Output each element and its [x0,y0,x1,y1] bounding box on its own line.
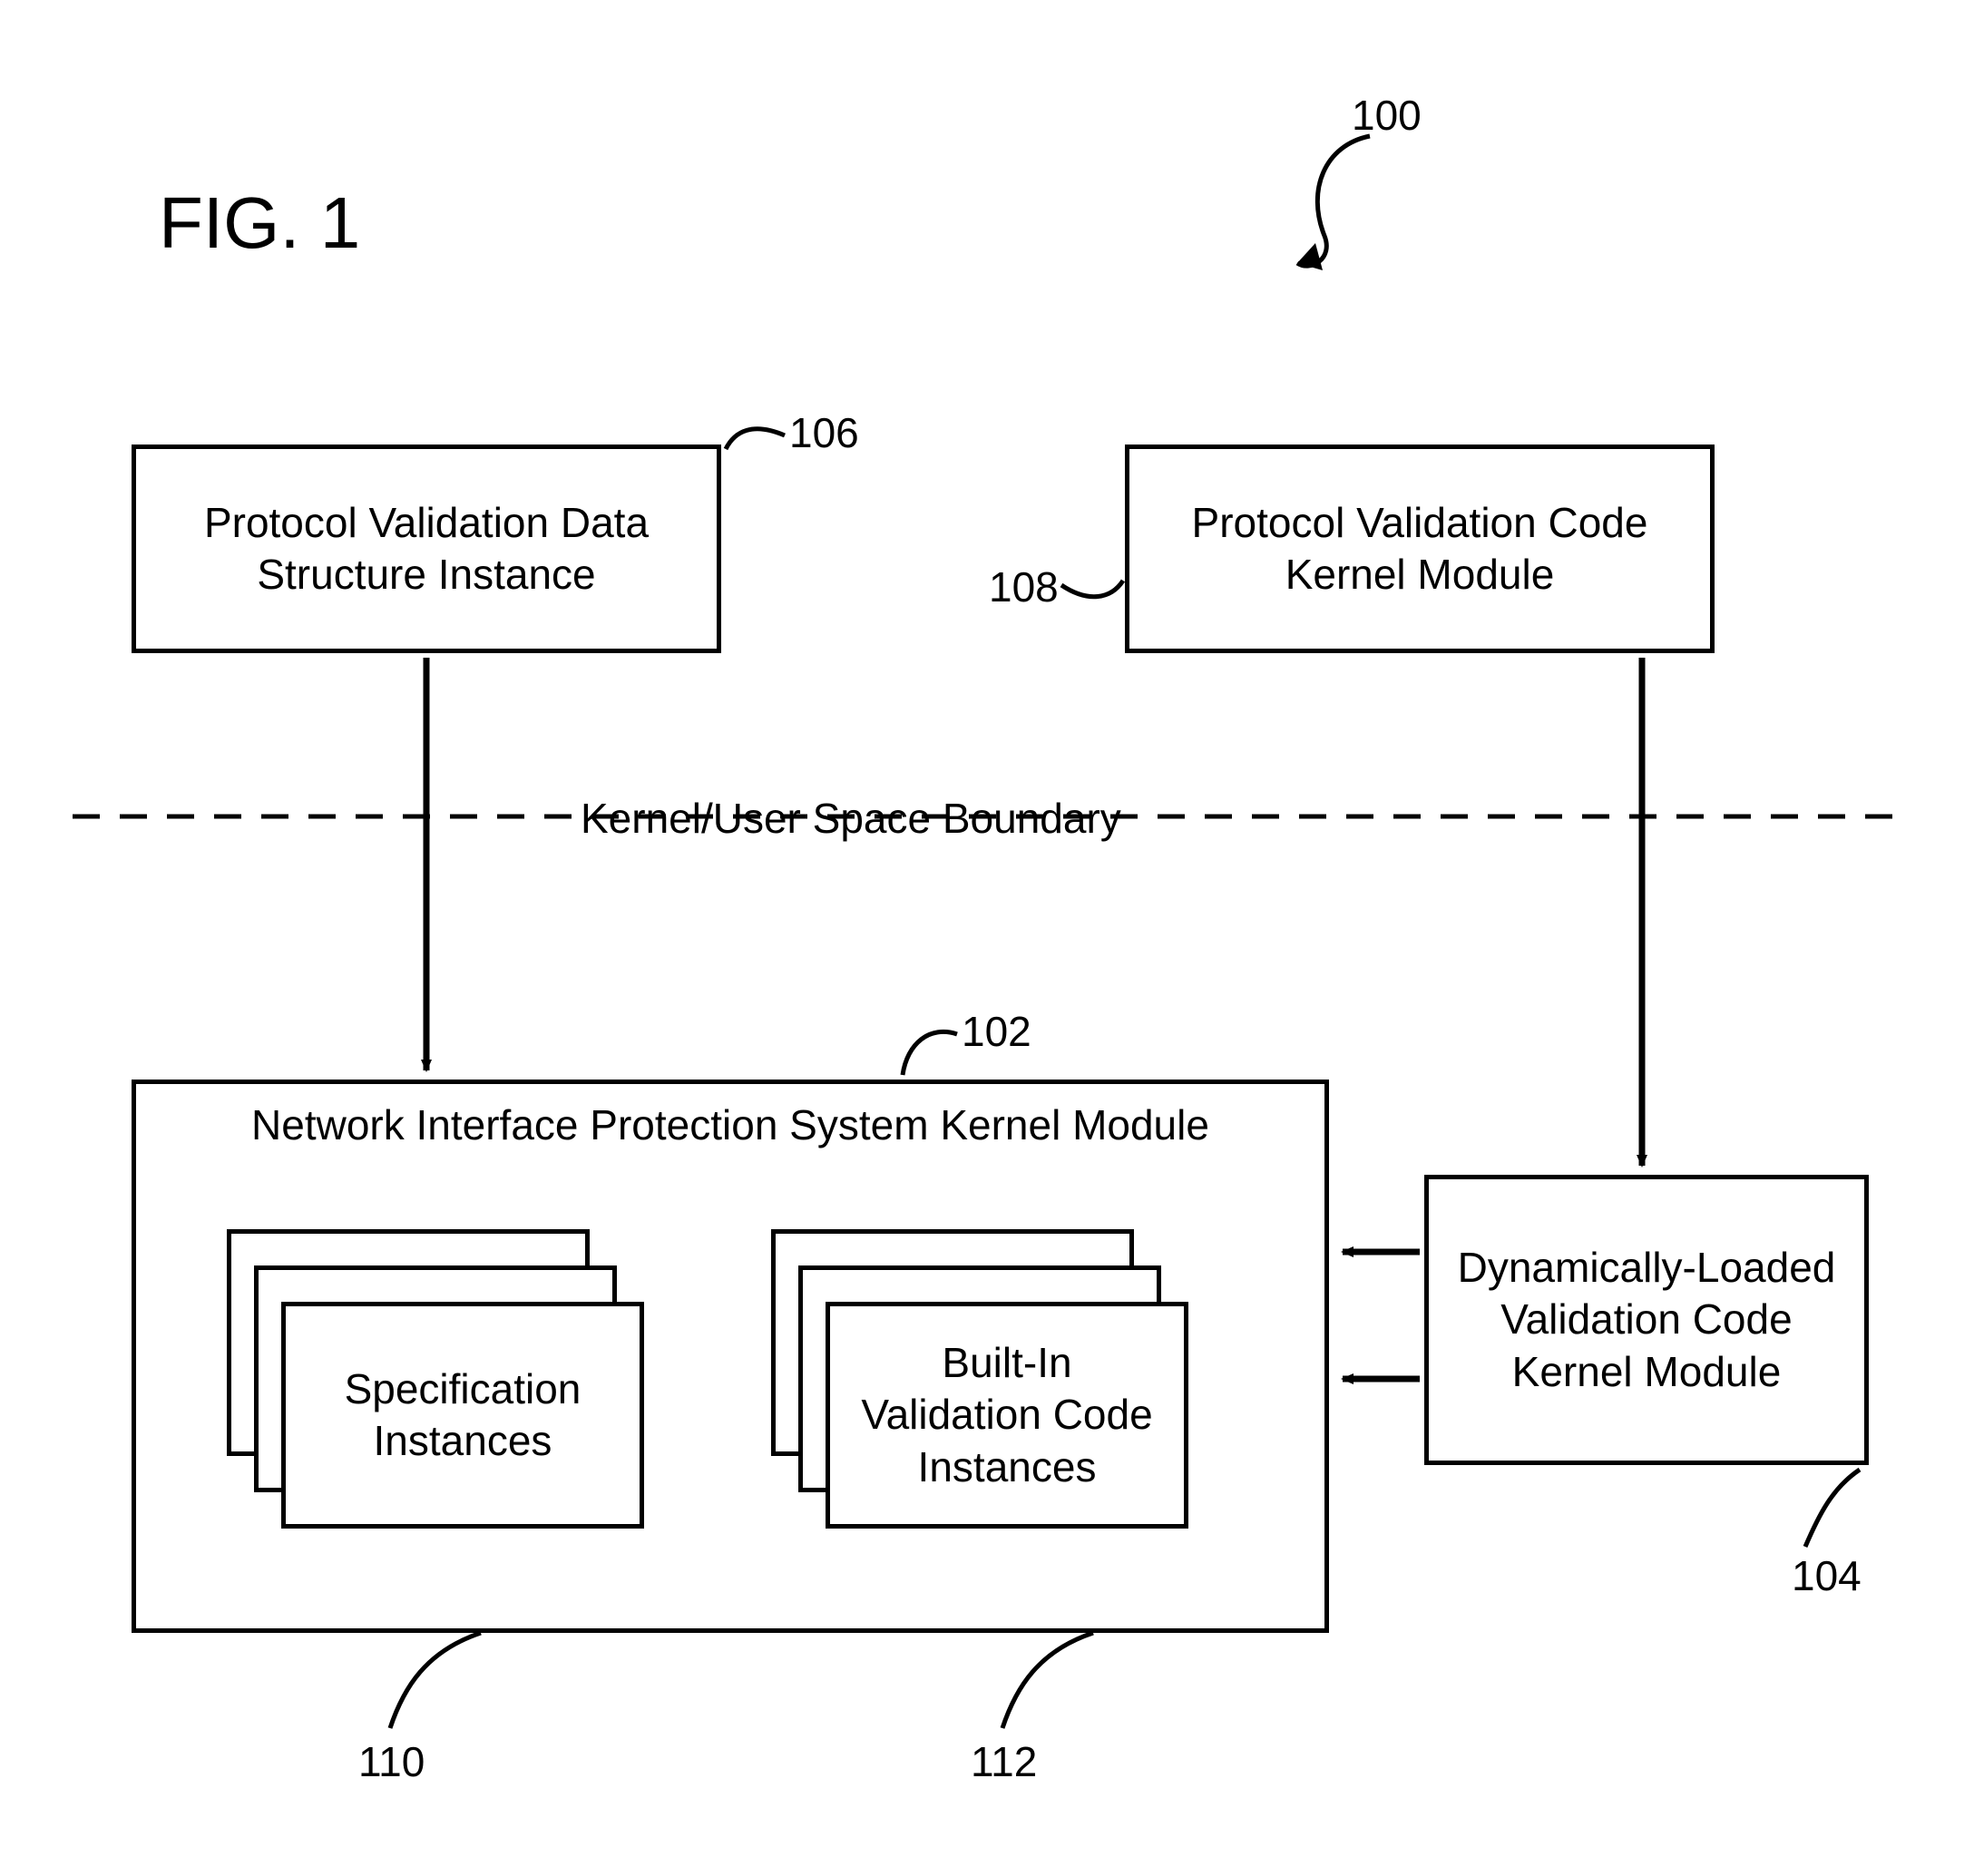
leader-112 [1002,1633,1093,1728]
ref-108: 108 [989,562,1059,611]
leader-102 [903,1031,957,1075]
ref-106: 106 [789,408,859,457]
boundary-label: Kernel/User Space Boundary [562,794,1139,843]
leader-104 [1805,1470,1860,1547]
card-specification-instance: Specification Instances [281,1302,644,1529]
leader-100 [1297,136,1370,266]
box-dynamically-loaded-validation-code: Dynamically-Loaded Validation Code Kerne… [1424,1175,1869,1465]
card-builtin-validation-code: Built-In Validation Code Instances [826,1302,1188,1529]
ref-100: 100 [1352,91,1422,140]
leader-110 [390,1633,481,1728]
box-protocol-validation-data-structure: Protocol Validation Data Structure Insta… [132,445,721,653]
stack-builtin-validation-code: Built-In Validation Code Instances [771,1229,1188,1538]
figure-title: FIG. 1 [159,181,360,265]
box-nips-title: Network Interface Protection System Kern… [136,1100,1324,1149]
stack-specification-instances: Specification Instances [227,1229,644,1538]
ref-112: 112 [971,1737,1037,1786]
ref-102: 102 [962,1007,1031,1056]
box-protocol-validation-code-kernel: Protocol Validation Code Kernel Module [1125,445,1715,653]
leader-108 [1061,581,1123,597]
ref-104: 104 [1792,1551,1862,1600]
diagram-canvas: FIG. 1 100 Protocol Validation Data Stru… [0,0,1974,1876]
leader-106 [726,429,785,449]
ref-110: 110 [358,1737,425,1786]
